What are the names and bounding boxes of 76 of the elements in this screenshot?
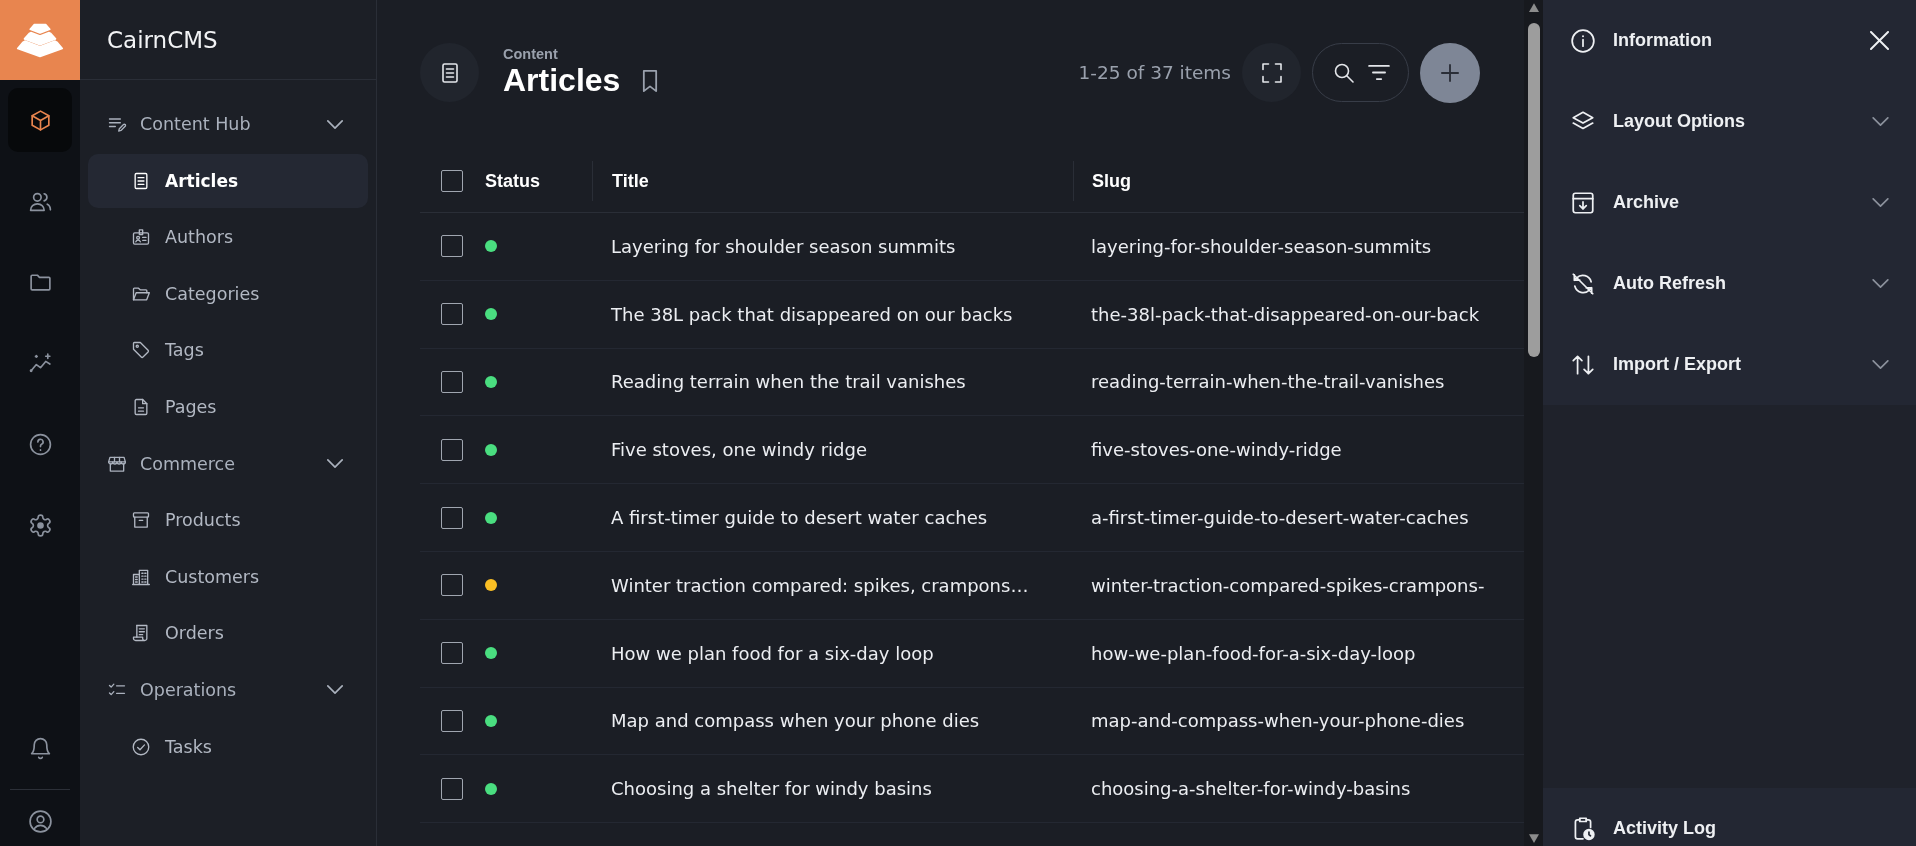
help-icon bbox=[27, 431, 53, 457]
refresh-off-icon bbox=[1570, 270, 1596, 297]
scroll-down-icon[interactable] bbox=[1528, 834, 1539, 843]
nav-group[interactable]: Operations bbox=[88, 662, 368, 717]
scroll-up-icon[interactable] bbox=[1528, 3, 1539, 12]
nav-item[interactable]: Tags bbox=[88, 323, 368, 378]
item-count: 1-25 of 37 items bbox=[1078, 62, 1231, 83]
table-cell: Winter traction compared: spikes, crampons… bbox=[611, 574, 1029, 596]
section-label: Content bbox=[503, 46, 558, 62]
column-header[interactable]: Slug bbox=[1092, 170, 1131, 192]
close-icon bbox=[1870, 31, 1889, 50]
table-cell: winter-traction-compared-spikes-crampons- bbox=[1091, 574, 1485, 596]
table-cell: a-first-timer-guide-to-desert-water-caches bbox=[1091, 507, 1469, 529]
tag-icon bbox=[131, 340, 151, 361]
table-cell: the-38l-pack-that-disappeared-on-our-back bbox=[1091, 303, 1480, 325]
row-checkbox[interactable] bbox=[441, 438, 463, 461]
nav-item[interactable]: Categories bbox=[88, 266, 368, 321]
nav-group[interactable]: Commerce bbox=[88, 436, 368, 491]
nav-item[interactable]: Pages bbox=[88, 379, 368, 434]
table-cell: Layering for shoulder season summits bbox=[611, 235, 956, 257]
rail-button[interactable] bbox=[8, 88, 72, 152]
nav-group[interactable]: Content Hub bbox=[88, 97, 368, 151]
table-cell: A first-timer guide to desert water caches bbox=[611, 507, 988, 529]
panel-section[interactable]: Archive bbox=[1543, 162, 1916, 243]
table-cell: choosing-a-shelter-for-windy-basins bbox=[1091, 778, 1411, 800]
archive-box-icon bbox=[131, 510, 151, 531]
brand-name: CairnCMS bbox=[107, 26, 218, 53]
table-cell: layering-for-shoulder-season-summits bbox=[1091, 235, 1432, 257]
table-cell: The 38L pack that disappeared on our backs bbox=[611, 303, 1013, 325]
nav-item[interactable]: Tasks bbox=[88, 719, 368, 774]
nav-item[interactable]: Products bbox=[88, 493, 368, 548]
table-cell: how-we-plan-food-for-a-six-day-loop bbox=[1091, 642, 1416, 664]
scrollbar-thumb[interactable] bbox=[1527, 23, 1540, 357]
table-cell: Choosing a shelter for windy basins bbox=[611, 778, 932, 800]
row-checkbox[interactable] bbox=[441, 777, 463, 800]
panel-section[interactable]: Auto Refresh bbox=[1543, 243, 1916, 324]
nav-item[interactable]: Orders bbox=[88, 606, 368, 661]
page-title: Articles bbox=[503, 62, 621, 99]
column-header[interactable]: Status bbox=[485, 170, 540, 192]
table-cell: five-stoves-one-windy-ridge bbox=[1091, 439, 1342, 461]
table-cell: Reading terrain when the trail vanishes bbox=[611, 371, 966, 393]
logo-icon bbox=[0, 0, 80, 80]
table-cell: How we plan food for a six-day loop bbox=[611, 642, 934, 664]
bookmark-icon[interactable] bbox=[642, 69, 659, 92]
settings-icon bbox=[27, 512, 53, 538]
table-cell: Map and compass when your phone dies bbox=[611, 710, 980, 732]
table-cell: reading-terrain-when-the-trail-vanishes bbox=[1091, 371, 1445, 393]
check-circle-icon bbox=[131, 736, 151, 757]
row-checkbox[interactable] bbox=[441, 574, 463, 597]
info-icon bbox=[1570, 27, 1596, 54]
row-checkbox[interactable] bbox=[441, 371, 463, 393]
row-checkbox[interactable] bbox=[441, 303, 463, 326]
panel-section[interactable]: Import / Export bbox=[1543, 324, 1916, 405]
table-cell: map-and-compass-when-your-phone-dies bbox=[1091, 710, 1465, 732]
table-cell: Five stoves, one windy ridge bbox=[611, 439, 867, 461]
row-checkbox[interactable] bbox=[441, 709, 463, 732]
archive-download-icon bbox=[1570, 189, 1596, 216]
close-button[interactable] bbox=[1870, 31, 1889, 50]
row-checkbox[interactable] bbox=[441, 235, 463, 258]
panel-section[interactable]: Layout Options bbox=[1543, 81, 1916, 162]
filter-icon bbox=[1367, 65, 1390, 80]
nav-item[interactable]: Customers bbox=[88, 549, 368, 604]
column-header[interactable]: Title bbox=[612, 170, 649, 192]
user-circle-icon bbox=[27, 808, 53, 834]
nav-item[interactable]: Articles bbox=[88, 153, 368, 208]
receipt-icon bbox=[131, 623, 151, 644]
row-checkbox[interactable] bbox=[441, 642, 463, 665]
nav-item[interactable]: Authors bbox=[88, 210, 368, 265]
select-all-checkbox[interactable] bbox=[441, 170, 463, 192]
filter-button[interactable] bbox=[1367, 65, 1390, 80]
row-checkbox[interactable] bbox=[441, 506, 463, 529]
panel-title: Information bbox=[1613, 30, 1712, 51]
activity-log-button[interactable]: Activity Log bbox=[1543, 815, 1916, 841]
id-badge-icon bbox=[131, 227, 151, 248]
fullscreen-icon bbox=[1259, 60, 1284, 85]
plus-icon bbox=[1441, 63, 1459, 82]
